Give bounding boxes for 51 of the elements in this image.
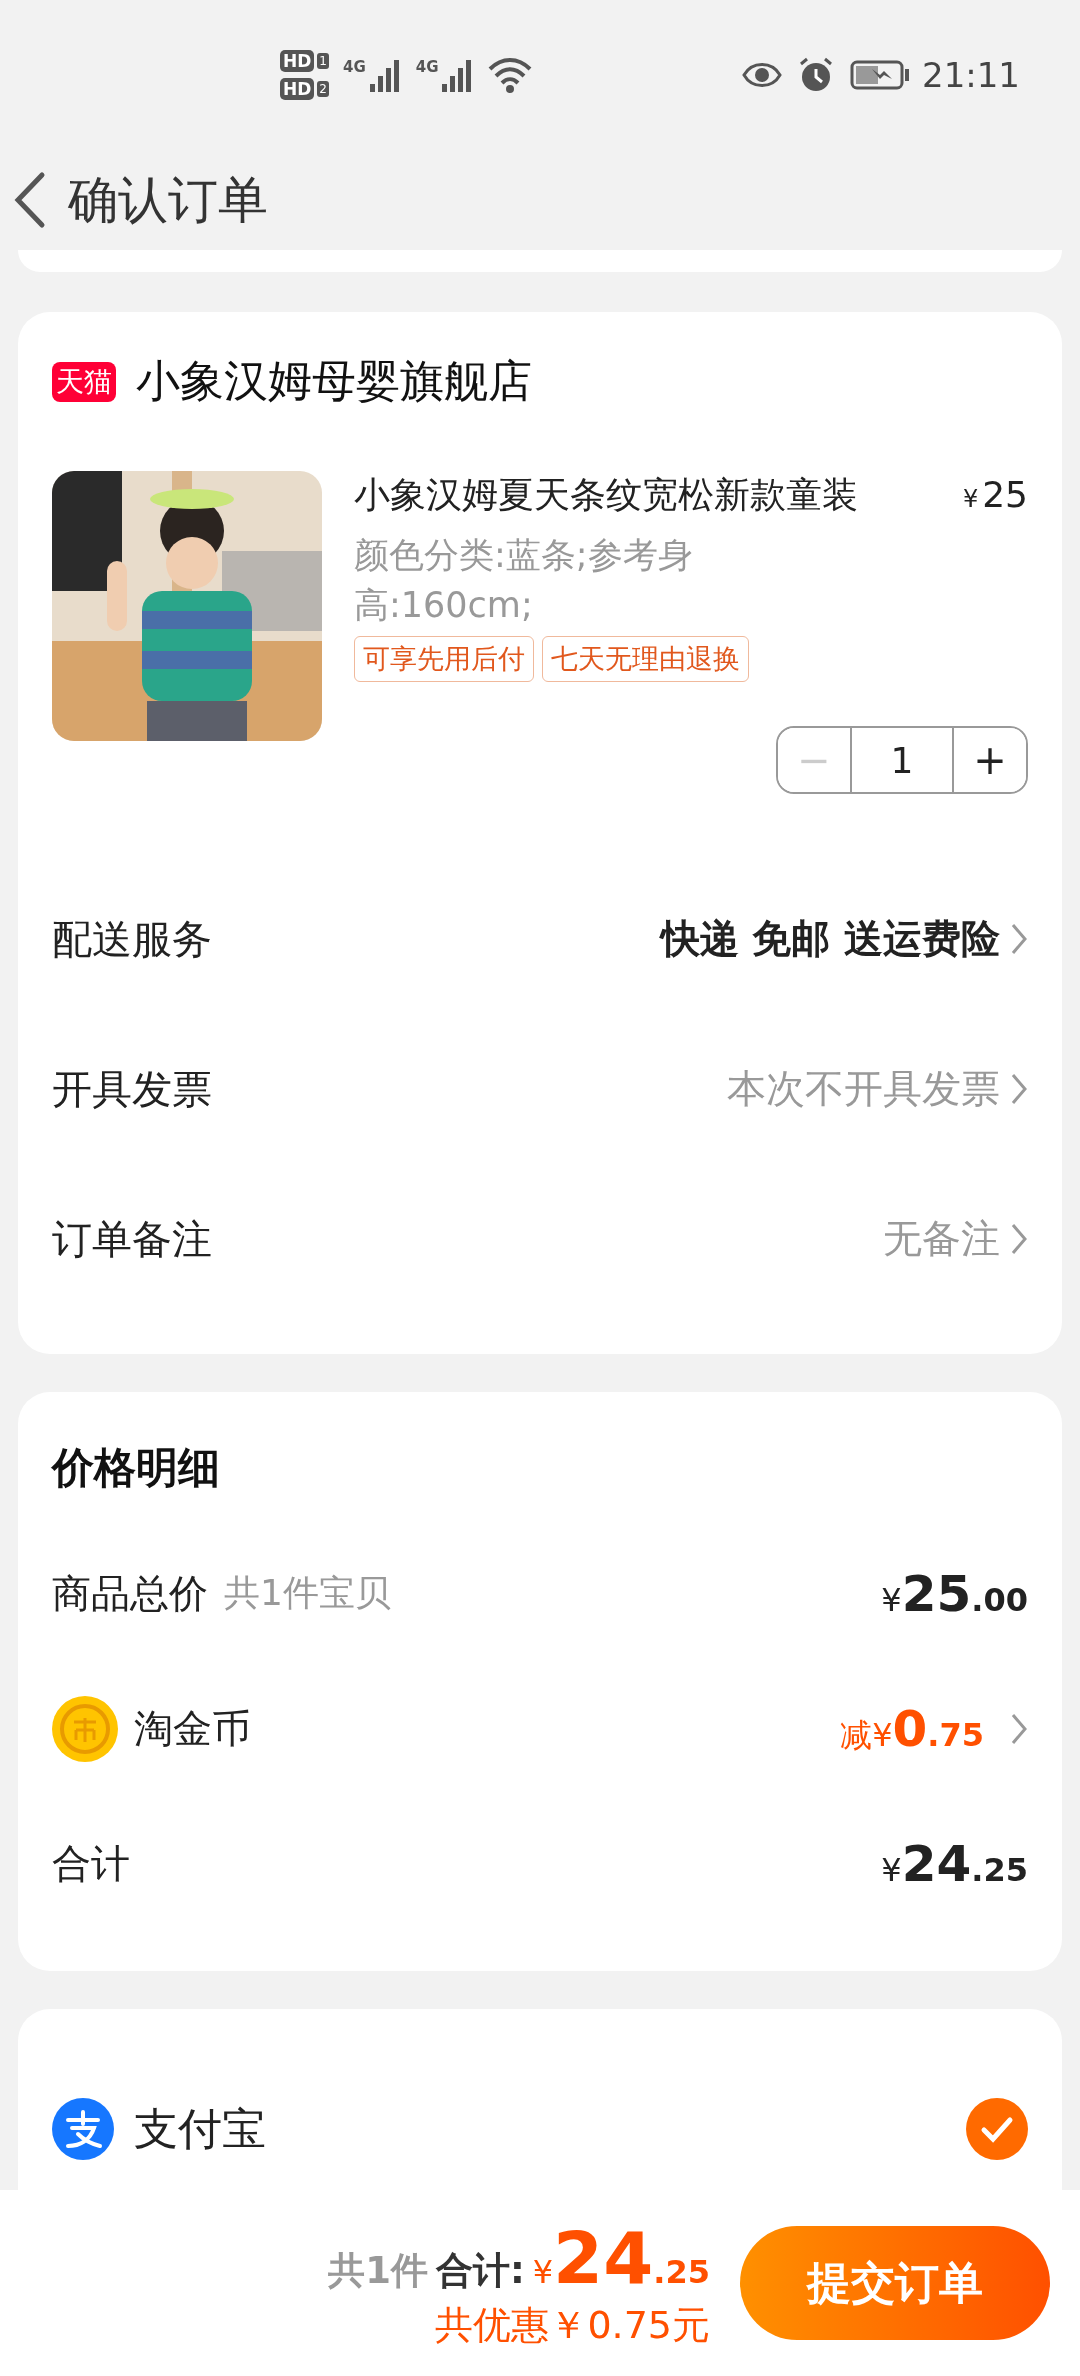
- clock-time: 21:11: [922, 55, 1020, 95]
- shop-name[interactable]: 小象汉姆母婴旗舰店: [136, 352, 532, 411]
- price-amount: ¥25.00: [881, 1564, 1028, 1623]
- total-label: 合计:: [435, 2247, 525, 2294]
- price-amount: 减¥0.75: [840, 1699, 984, 1758]
- row-value: 快递 免邮 送运费险: [660, 915, 1000, 963]
- row-label: 开具发票: [52, 1064, 213, 1114]
- back-icon[interactable]: [12, 171, 46, 229]
- total-amount: ¥24.25: [532, 2215, 710, 2300]
- row-label: 配送服务: [52, 914, 213, 964]
- network-label: 4G: [415, 58, 439, 76]
- row-value: 无备注: [883, 1215, 1000, 1263]
- product-title: 小象汉姆夏天条纹宽松新款童装: [354, 473, 858, 517]
- hd-label: HD: [280, 78, 315, 100]
- battery-icon: [850, 60, 910, 90]
- discount-text: 共优惠￥0.75元: [435, 2301, 710, 2349]
- chevron-right-icon: [1010, 1222, 1028, 1256]
- alarm-icon: [798, 57, 834, 93]
- price-label: 淘金币: [134, 1704, 251, 1753]
- section-title: 价格明细: [52, 1442, 221, 1494]
- price-note: 共1件宝贝: [224, 1571, 392, 1615]
- coin-icon: [52, 1695, 118, 1762]
- option-row[interactable]: 订单备注 无备注: [52, 1164, 1028, 1314]
- payment-option[interactable]: 支付宝: [52, 2049, 1028, 2190]
- product-variant: 颜色分类:蓝条;参考身高:160cm;: [354, 534, 694, 627]
- price-label: 商品总价: [52, 1569, 208, 1618]
- sim-slot-label: 1: [317, 53, 329, 69]
- eye-icon: [742, 61, 782, 89]
- selected-check-icon[interactable]: [966, 2098, 1028, 2160]
- price-amount: ¥24.25: [881, 1834, 1028, 1893]
- chevron-right-icon: [1010, 1072, 1028, 1106]
- option-row[interactable]: 配送服务 快递 免邮 送运费险: [52, 864, 1028, 1014]
- wifi-icon: [488, 57, 533, 93]
- network-label: 4G: [343, 58, 366, 76]
- price-label: 合计: [52, 1839, 130, 1888]
- row-label: 订单备注: [52, 1214, 213, 1264]
- option-row[interactable]: 开具发票 本次不开具发票: [52, 1014, 1028, 1164]
- hd-label: HD: [280, 50, 315, 72]
- payment-name: 支付宝: [134, 2101, 267, 2156]
- page-title: 确认订单: [68, 169, 268, 231]
- row-value: 本次不开具发票: [727, 1065, 1000, 1113]
- item-count: 共1件: [328, 2247, 428, 2294]
- payment-logo-icon: [52, 2098, 114, 2160]
- service-tag: 可享先用后付: [354, 636, 534, 682]
- signal-icon: [367, 58, 402, 92]
- chevron-right-icon: [1010, 922, 1028, 956]
- sim-slot-label: 2: [317, 81, 329, 97]
- service-tag: 七天无理由退换: [542, 636, 749, 682]
- product-price: ¥25: [962, 474, 1028, 515]
- chevron-right-icon: [1010, 1711, 1028, 1746]
- platform-badge: 天猫: [52, 361, 116, 402]
